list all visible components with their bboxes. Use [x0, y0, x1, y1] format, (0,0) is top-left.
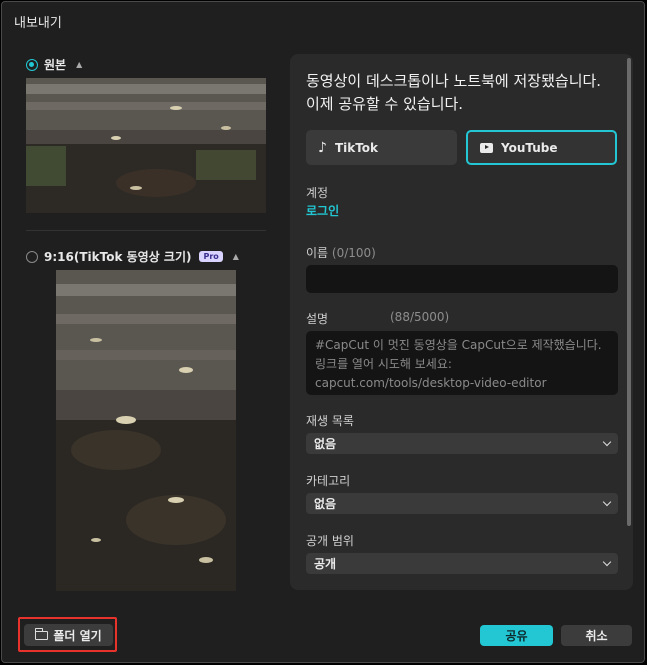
cancel-button[interactable]: 취소	[561, 625, 632, 646]
export-dialog: 내보내기 원본 ▲ 9:16(TikTok 동영상 크기) Pro ▲ 동영상이…	[1, 1, 645, 663]
share-panel: 동영상이 데스크톱이나 노트북에 저장됐습니다. 이제 공유할 수 있습니다. …	[290, 54, 633, 590]
panel-scrollbar[interactable]	[627, 58, 631, 526]
description-label-text: 설명	[306, 312, 329, 326]
playlist-select[interactable]: 없음	[306, 433, 618, 454]
name-label-text: 이름	[306, 246, 329, 260]
preview-thumbnail-916	[56, 270, 236, 591]
format-label-original: 원본	[44, 58, 67, 72]
chevron-down-icon	[602, 437, 612, 447]
chevron-down-icon	[602, 557, 612, 567]
pro-badge: Pro	[199, 251, 223, 262]
tiktok-label: TikTok	[334, 140, 379, 155]
dialog-title: 내보내기	[14, 16, 62, 31]
visibility-select[interactable]: 공개	[306, 553, 618, 574]
description-textarea[interactable]: #CapCut 이 멋진 동영상을 CapCut으로 제작했습니다. 링크를 열…	[306, 331, 618, 395]
description-label: 설명 (88/5000)	[306, 310, 618, 327]
format-label-916: 9:16(TikTok 동영상 크기)	[44, 250, 192, 264]
name-label: 이름 (0/100)	[306, 244, 376, 261]
preview-thumbnail-original	[26, 78, 266, 213]
account-label: 계정	[306, 186, 329, 200]
share-button[interactable]: 공유	[480, 625, 553, 646]
youtube-icon	[480, 142, 493, 153]
category-select[interactable]: 없음	[306, 493, 618, 514]
radio-selected-icon[interactable]	[26, 58, 38, 71]
category-label: 카테고리	[306, 474, 351, 488]
youtube-button[interactable]: YouTube	[466, 130, 617, 165]
name-input[interactable]	[306, 265, 618, 293]
open-folder-label: 폴더 열기	[53, 628, 102, 643]
divider	[26, 230, 266, 231]
share-headline: 동영상이 데스크톱이나 노트북에 저장됐습니다. 이제 공유할 수 있습니다.	[306, 72, 602, 113]
format-option-original[interactable]: 원본 ▲	[26, 56, 82, 73]
playlist-label: 재생 목록	[306, 414, 354, 428]
caret-up-icon[interactable]: ▲	[76, 60, 82, 69]
open-folder-button[interactable]: 폴더 열기	[24, 624, 113, 646]
tiktok-icon: ♪	[318, 139, 327, 156]
chevron-down-icon	[602, 497, 612, 507]
caret-up-icon[interactable]: ▲	[233, 252, 239, 261]
tiktok-button[interactable]: ♪ TikTok	[306, 130, 457, 165]
description-char-count: (88/5000)	[390, 310, 450, 324]
visibility-label: 공개 범위	[306, 534, 354, 548]
format-option-916[interactable]: 9:16(TikTok 동영상 크기) Pro ▲	[26, 248, 239, 265]
category-value: 없음	[314, 497, 337, 511]
login-link[interactable]: 로그인	[306, 202, 339, 219]
folder-icon	[34, 627, 49, 640]
youtube-label: YouTube	[501, 140, 558, 155]
playlist-value: 없음	[314, 437, 337, 451]
visibility-value: 공개	[314, 557, 337, 571]
radio-unselected-icon[interactable]	[26, 250, 38, 263]
name-char-count: (0/100)	[331, 246, 376, 260]
